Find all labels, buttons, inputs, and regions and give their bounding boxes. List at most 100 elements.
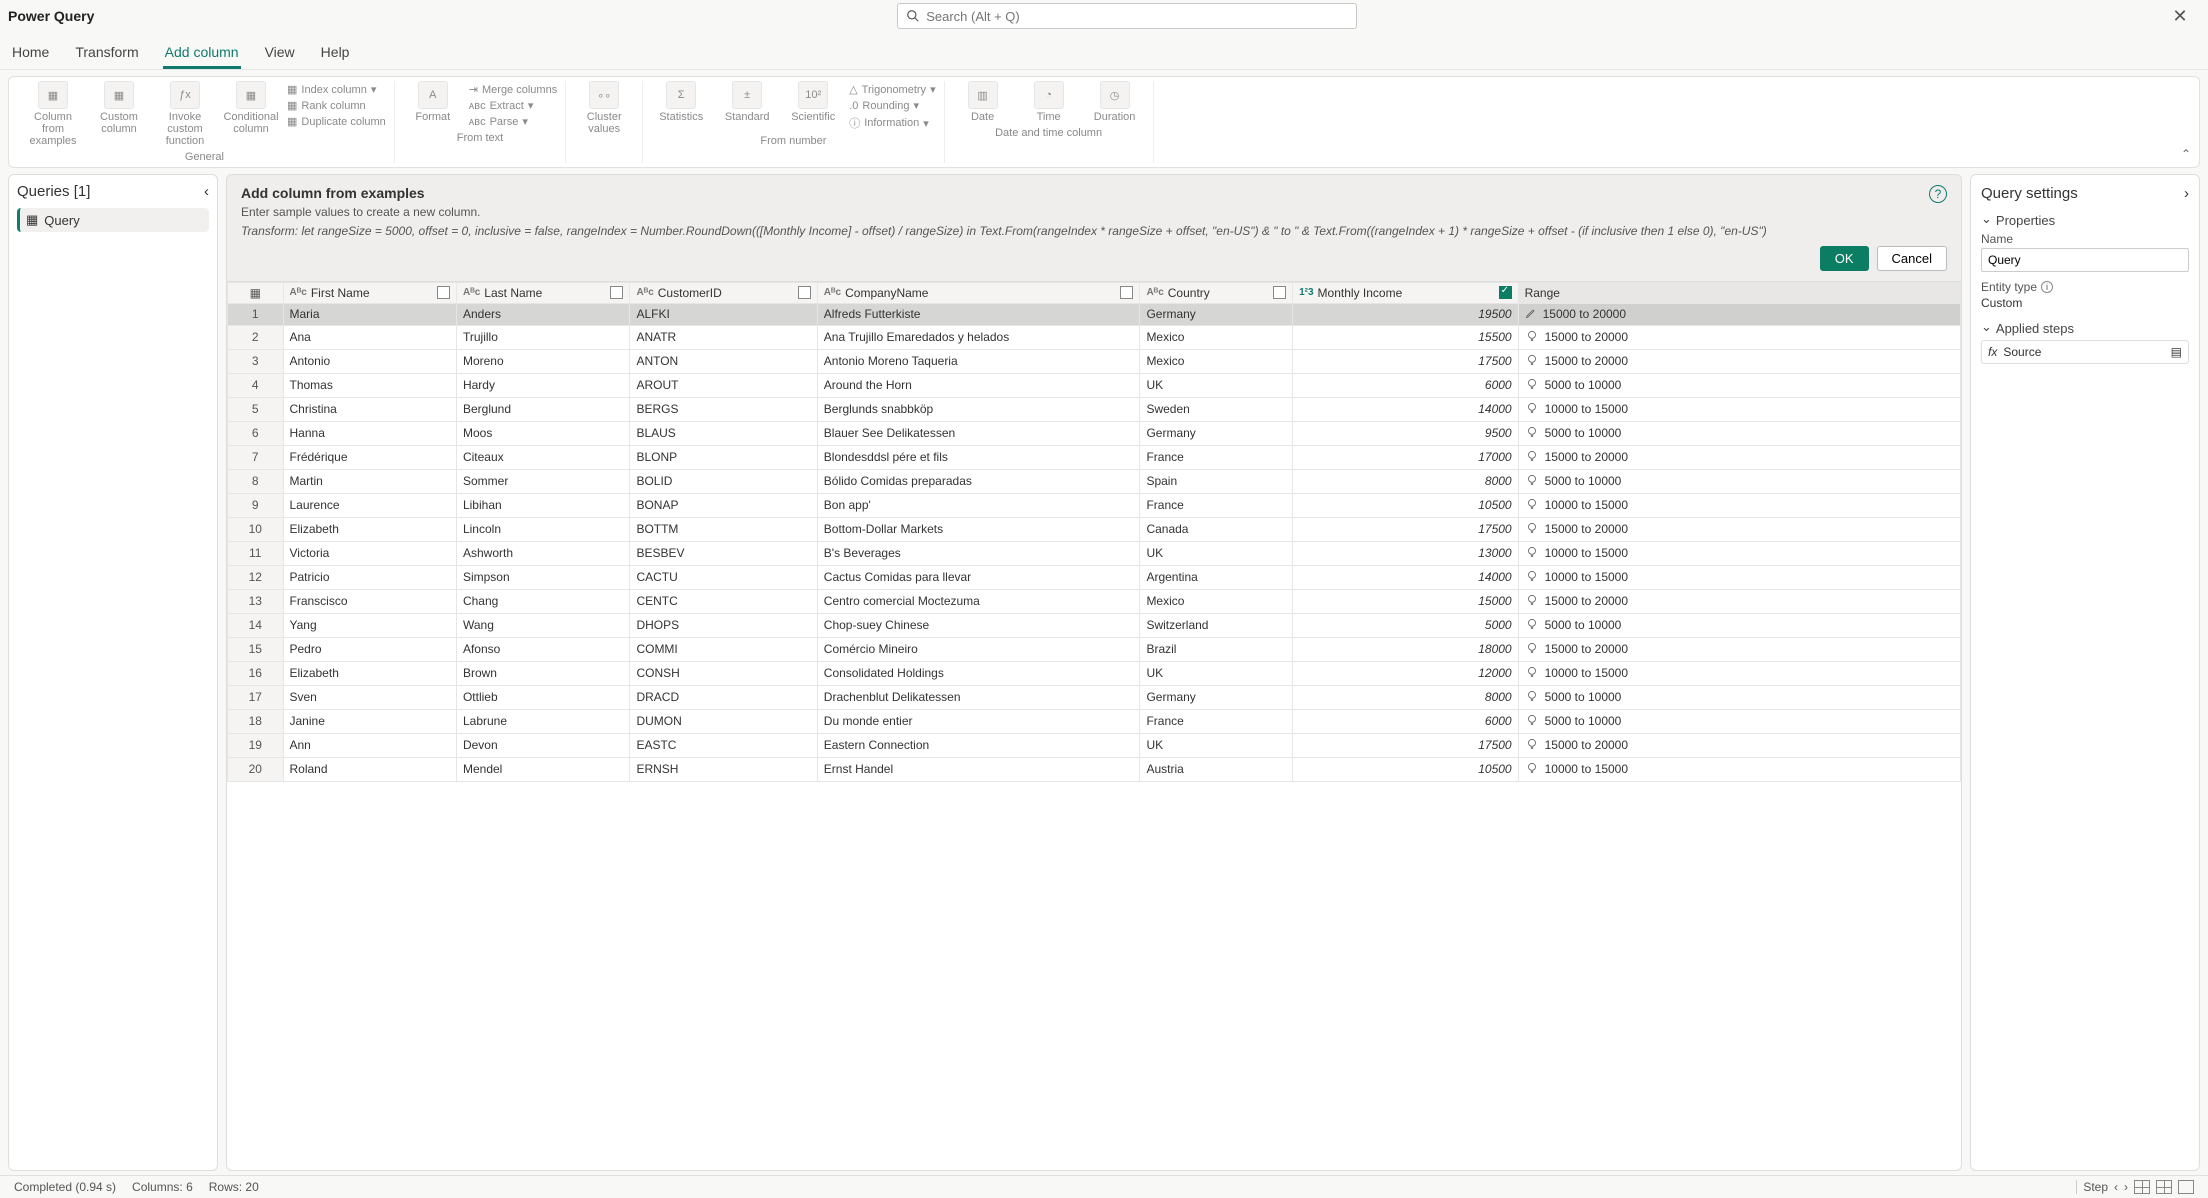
- extract-button[interactable]: ᴀʙᴄ Extract ▾: [469, 99, 557, 112]
- tab-home[interactable]: Home: [10, 38, 51, 69]
- col-check-country[interactable]: [1273, 286, 1286, 299]
- cell-first-name[interactable]: Janine: [283, 709, 456, 733]
- cell-customer-id[interactable]: BOTTM: [630, 517, 817, 541]
- cell-company-name[interactable]: Chop-suey Chinese: [817, 613, 1140, 637]
- cell-country[interactable]: Mexico: [1140, 589, 1293, 613]
- cell-first-name[interactable]: Hanna: [283, 421, 456, 445]
- statistics-button[interactable]: ΣStatistics: [651, 81, 711, 131]
- cell-range[interactable]: 5000 to 10000: [1518, 613, 1960, 637]
- table-row[interactable]: 13FransciscoChangCENTCCentro comercial M…: [228, 589, 1961, 613]
- cell-range[interactable]: 10000 to 15000: [1518, 757, 1960, 781]
- col-customer-id[interactable]: AᴮcCustomerID: [630, 282, 817, 303]
- cell-monthly-income[interactable]: 10500: [1293, 757, 1519, 781]
- cell-range[interactable]: 10000 to 15000: [1518, 661, 1960, 685]
- cell-country[interactable]: France: [1140, 493, 1293, 517]
- cell-last-name[interactable]: Trujillo: [456, 325, 629, 349]
- cell-last-name[interactable]: Ottlieb: [456, 685, 629, 709]
- step-settings-icon[interactable]: ▤: [2171, 345, 2182, 359]
- cell-customer-id[interactable]: CONSH: [630, 661, 817, 685]
- cell-monthly-income[interactable]: 10500: [1293, 493, 1519, 517]
- table-row[interactable]: 10ElizabethLincolnBOTTMBottom-Dollar Mar…: [228, 517, 1961, 541]
- cell-last-name[interactable]: Lincoln: [456, 517, 629, 541]
- table-row[interactable]: 18JanineLabruneDUMONDu monde entierFranc…: [228, 709, 1961, 733]
- cell-last-name[interactable]: Labrune: [456, 709, 629, 733]
- cell-country[interactable]: Mexico: [1140, 325, 1293, 349]
- cell-country[interactable]: Germany: [1140, 685, 1293, 709]
- cell-first-name[interactable]: Pedro: [283, 637, 456, 661]
- cell-customer-id[interactable]: ERNSH: [630, 757, 817, 781]
- col-last-name[interactable]: AᴮcLast Name: [456, 282, 629, 303]
- cell-customer-id[interactable]: BERGS: [630, 397, 817, 421]
- cell-monthly-income[interactable]: 9500: [1293, 421, 1519, 445]
- cell-first-name[interactable]: Antonio: [283, 349, 456, 373]
- cell-customer-id[interactable]: COMMI: [630, 637, 817, 661]
- cell-company-name[interactable]: Du monde entier: [817, 709, 1140, 733]
- cell-company-name[interactable]: Drachenblut Delikatessen: [817, 685, 1140, 709]
- duplicate-column-button[interactable]: ▦ Duplicate column: [287, 115, 386, 128]
- table-row[interactable]: 9LaurenceLibihanBONAPBon app'France10500…: [228, 493, 1961, 517]
- parse-button[interactable]: ᴀʙᴄ Parse ▾: [469, 115, 557, 128]
- cell-company-name[interactable]: Bottom-Dollar Markets: [817, 517, 1140, 541]
- cell-monthly-income[interactable]: 17000: [1293, 445, 1519, 469]
- tab-help[interactable]: Help: [319, 38, 352, 69]
- col-check-first-name[interactable]: [437, 286, 450, 299]
- cell-last-name[interactable]: Wang: [456, 613, 629, 637]
- cell-monthly-income[interactable]: 18000: [1293, 637, 1519, 661]
- cell-last-name[interactable]: Devon: [456, 733, 629, 757]
- cell-first-name[interactable]: Ann: [283, 733, 456, 757]
- ok-button[interactable]: OK: [1820, 246, 1869, 271]
- table-row[interactable]: 12PatricioSimpsonCACTUCactus Comidas par…: [228, 565, 1961, 589]
- col-check-company-name[interactable]: [1120, 286, 1133, 299]
- query-name-input[interactable]: [1981, 248, 2189, 272]
- table-row[interactable]: 19AnnDevonEASTCEastern ConnectionUK17500…: [228, 733, 1961, 757]
- view-detail-button[interactable]: [2156, 1180, 2172, 1194]
- close-button[interactable]: ✕: [2160, 6, 2200, 27]
- cell-last-name[interactable]: Moos: [456, 421, 629, 445]
- collapse-ribbon-button[interactable]: ⌃: [2181, 147, 2191, 161]
- cell-first-name[interactable]: Yang: [283, 613, 456, 637]
- cell-first-name[interactable]: Christina: [283, 397, 456, 421]
- duration-button[interactable]: ◷Duration: [1085, 81, 1145, 123]
- cell-last-name[interactable]: Mendel: [456, 757, 629, 781]
- cell-range[interactable]: 10000 to 15000: [1518, 565, 1960, 589]
- cell-range[interactable]: 15000 to 20000: [1518, 589, 1960, 613]
- cell-first-name[interactable]: Laurence: [283, 493, 456, 517]
- cell-company-name[interactable]: Eastern Connection: [817, 733, 1140, 757]
- cell-monthly-income[interactable]: 17500: [1293, 349, 1519, 373]
- cell-last-name[interactable]: Berglund: [456, 397, 629, 421]
- cell-last-name[interactable]: Anders: [456, 303, 629, 325]
- view-grid-button[interactable]: [2134, 1180, 2150, 1194]
- cell-range[interactable]: 5000 to 10000: [1518, 421, 1960, 445]
- view-blank-button[interactable]: [2178, 1180, 2194, 1194]
- cell-last-name[interactable]: Citeaux: [456, 445, 629, 469]
- cell-country[interactable]: France: [1140, 445, 1293, 469]
- cell-country[interactable]: Brazil: [1140, 637, 1293, 661]
- cell-company-name[interactable]: Comércio Mineiro: [817, 637, 1140, 661]
- cell-range[interactable]: 15000 to 20000: [1518, 733, 1960, 757]
- date-button[interactable]: ▥Date: [953, 81, 1013, 123]
- cell-country[interactable]: Austria: [1140, 757, 1293, 781]
- col-country[interactable]: AᴮcCountry: [1140, 282, 1293, 303]
- cell-country[interactable]: Germany: [1140, 421, 1293, 445]
- table-row[interactable]: 14YangWangDHOPSChop-suey ChineseSwitzerl…: [228, 613, 1961, 637]
- info-icon[interactable]: i: [2041, 281, 2053, 293]
- cell-monthly-income[interactable]: 17500: [1293, 733, 1519, 757]
- cell-last-name[interactable]: Libihan: [456, 493, 629, 517]
- search-input[interactable]: [926, 9, 1348, 24]
- cell-monthly-income[interactable]: 12000: [1293, 661, 1519, 685]
- cell-range[interactable]: 15000 to 20000: [1518, 637, 1960, 661]
- cell-company-name[interactable]: Bólido Comidas preparadas: [817, 469, 1140, 493]
- cell-range[interactable]: 15000 to 20000: [1518, 303, 1960, 325]
- expand-settings-icon[interactable]: ›: [2184, 185, 2189, 202]
- cell-country[interactable]: Switzerland: [1140, 613, 1293, 637]
- rank-column-button[interactable]: ▦ Rank column: [287, 99, 386, 112]
- help-icon[interactable]: ?: [1929, 185, 1947, 203]
- table-row[interactable]: 8MartinSommerBOLIDBólido Comidas prepara…: [228, 469, 1961, 493]
- cell-customer-id[interactable]: DRACD: [630, 685, 817, 709]
- cell-range[interactable]: 5000 to 10000: [1518, 685, 1960, 709]
- index-column-button[interactable]: ▦ Index column ▾: [287, 83, 386, 96]
- scientific-button[interactable]: 10²Scientific: [783, 81, 843, 131]
- column-from-examples-button[interactable]: ▦Column from examples: [23, 81, 83, 147]
- table-row[interactable]: 4ThomasHardyAROUTAround the HornUK600050…: [228, 373, 1961, 397]
- cell-customer-id[interactable]: BLONP: [630, 445, 817, 469]
